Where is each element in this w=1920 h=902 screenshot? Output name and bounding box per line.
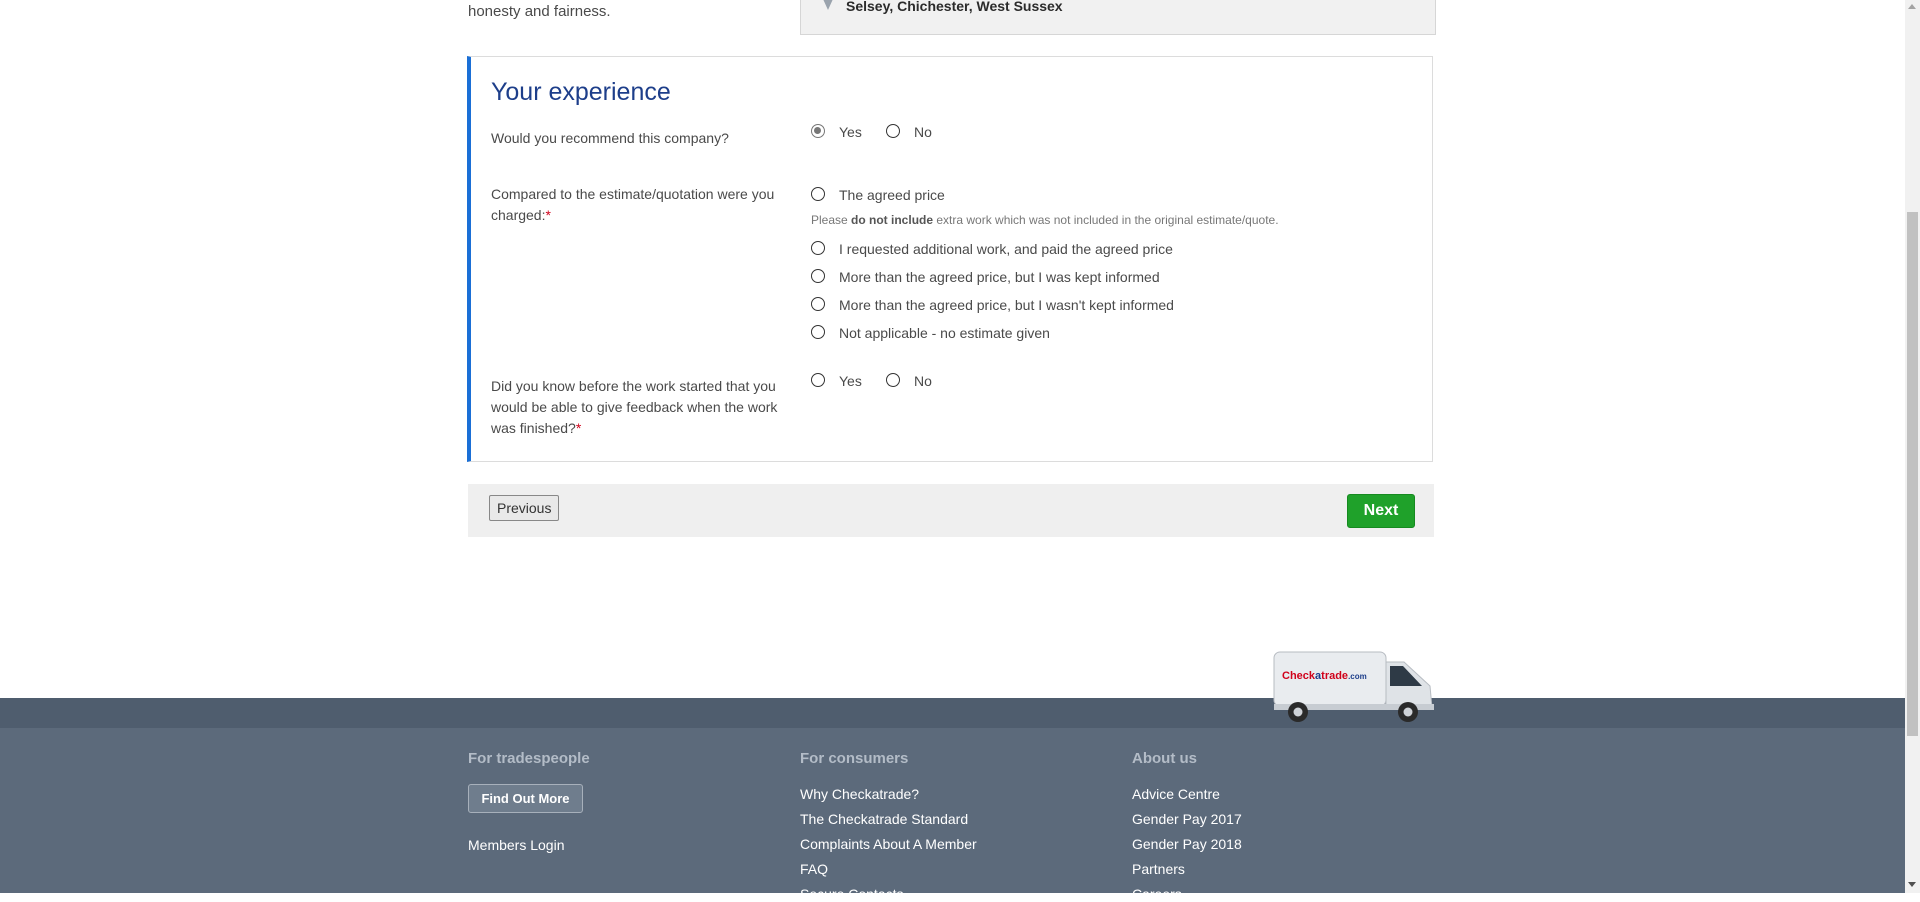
footer-heading-about: About us <box>1132 750 1197 767</box>
find-out-more-button[interactable]: Find Out More <box>468 784 583 813</box>
experience-card: Your experience Would you recommend this… <box>467 56 1433 462</box>
radio-icon[interactable] <box>811 269 825 283</box>
footer: For tradespeople Find Out More Members L… <box>0 728 1905 902</box>
footer-link-gender-pay-2018[interactable]: Gender Pay 2018 <box>1132 836 1242 852</box>
next-button[interactable]: Next <box>1347 494 1415 528</box>
footer-link-why-checkatrade[interactable]: Why Checkatrade? <box>800 786 919 802</box>
section-title: Your experience <box>491 78 671 106</box>
footer-link-complaints[interactable]: Complaints About A Member <box>800 836 977 852</box>
location-box: Selsey, Chichester, West Sussex <box>800 0 1436 35</box>
radio-checked-icon[interactable] <box>811 124 825 138</box>
scroll-up-arrow-icon[interactable] <box>1908 4 1916 9</box>
charged-hint: Please do not include extra work which w… <box>811 213 1279 227</box>
radio-icon[interactable] <box>811 373 825 387</box>
question-charged-label: Compared to the estimate/quotation were … <box>491 186 775 223</box>
scroll-down-arrow-icon[interactable] <box>1908 882 1916 887</box>
page-scrollbar[interactable] <box>1905 0 1920 893</box>
form-navigation: Previous Next <box>468 484 1434 537</box>
radio-icon[interactable] <box>811 241 825 255</box>
question-feedback-label: Did you know before the work started tha… <box>491 378 778 436</box>
footer-link-faq[interactable]: FAQ <box>800 861 828 877</box>
svg-text:Checkatrade.com: Checkatrade.com <box>1282 670 1367 682</box>
intro-text-fragment: honesty and fairness. <box>468 3 611 20</box>
footer-link-standard[interactable]: The Checkatrade Standard <box>800 811 968 827</box>
question-feedback-awareness: Did you know before the work started tha… <box>491 376 791 439</box>
scrollbar-thumb[interactable] <box>1907 212 1918 736</box>
footer-link-partners[interactable]: Partners <box>1132 861 1185 877</box>
location-text: Selsey, Chichester, West Sussex <box>846 0 1063 14</box>
footer-heading-tradespeople: For tradespeople <box>468 750 590 767</box>
required-marker: * <box>545 207 551 223</box>
footer-link-careers[interactable]: Careers <box>1132 886 1182 902</box>
question-recommend-label: Would you recommend this company? <box>491 130 729 146</box>
footer-heading-consumers: For consumers <box>800 750 909 767</box>
footer-link-advice-centre[interactable]: Advice Centre <box>1132 786 1220 802</box>
question-charged: Compared to the estimate/quotation were … <box>491 184 791 226</box>
checkatrade-van-illustration: Checkatrade.com <box>1272 648 1436 729</box>
previous-button[interactable]: Previous <box>489 495 560 521</box>
footer-link-members-login[interactable]: Members Login <box>468 837 565 853</box>
radio-icon[interactable] <box>886 373 900 387</box>
footer-top-band <box>0 698 1905 728</box>
footer-link-gender-pay-2017[interactable]: Gender Pay 2017 <box>1132 811 1242 827</box>
question-recommend: Would you recommend this company? <box>491 128 791 149</box>
radio-icon[interactable] <box>811 325 825 339</box>
radio-icon[interactable] <box>811 297 825 311</box>
required-marker: * <box>575 420 582 436</box>
footer-link-secure-contacts[interactable]: Secure Contacts <box>800 886 904 902</box>
map-pin-icon <box>821 0 835 16</box>
radio-icon[interactable] <box>886 124 900 138</box>
radio-icon[interactable] <box>811 187 825 201</box>
